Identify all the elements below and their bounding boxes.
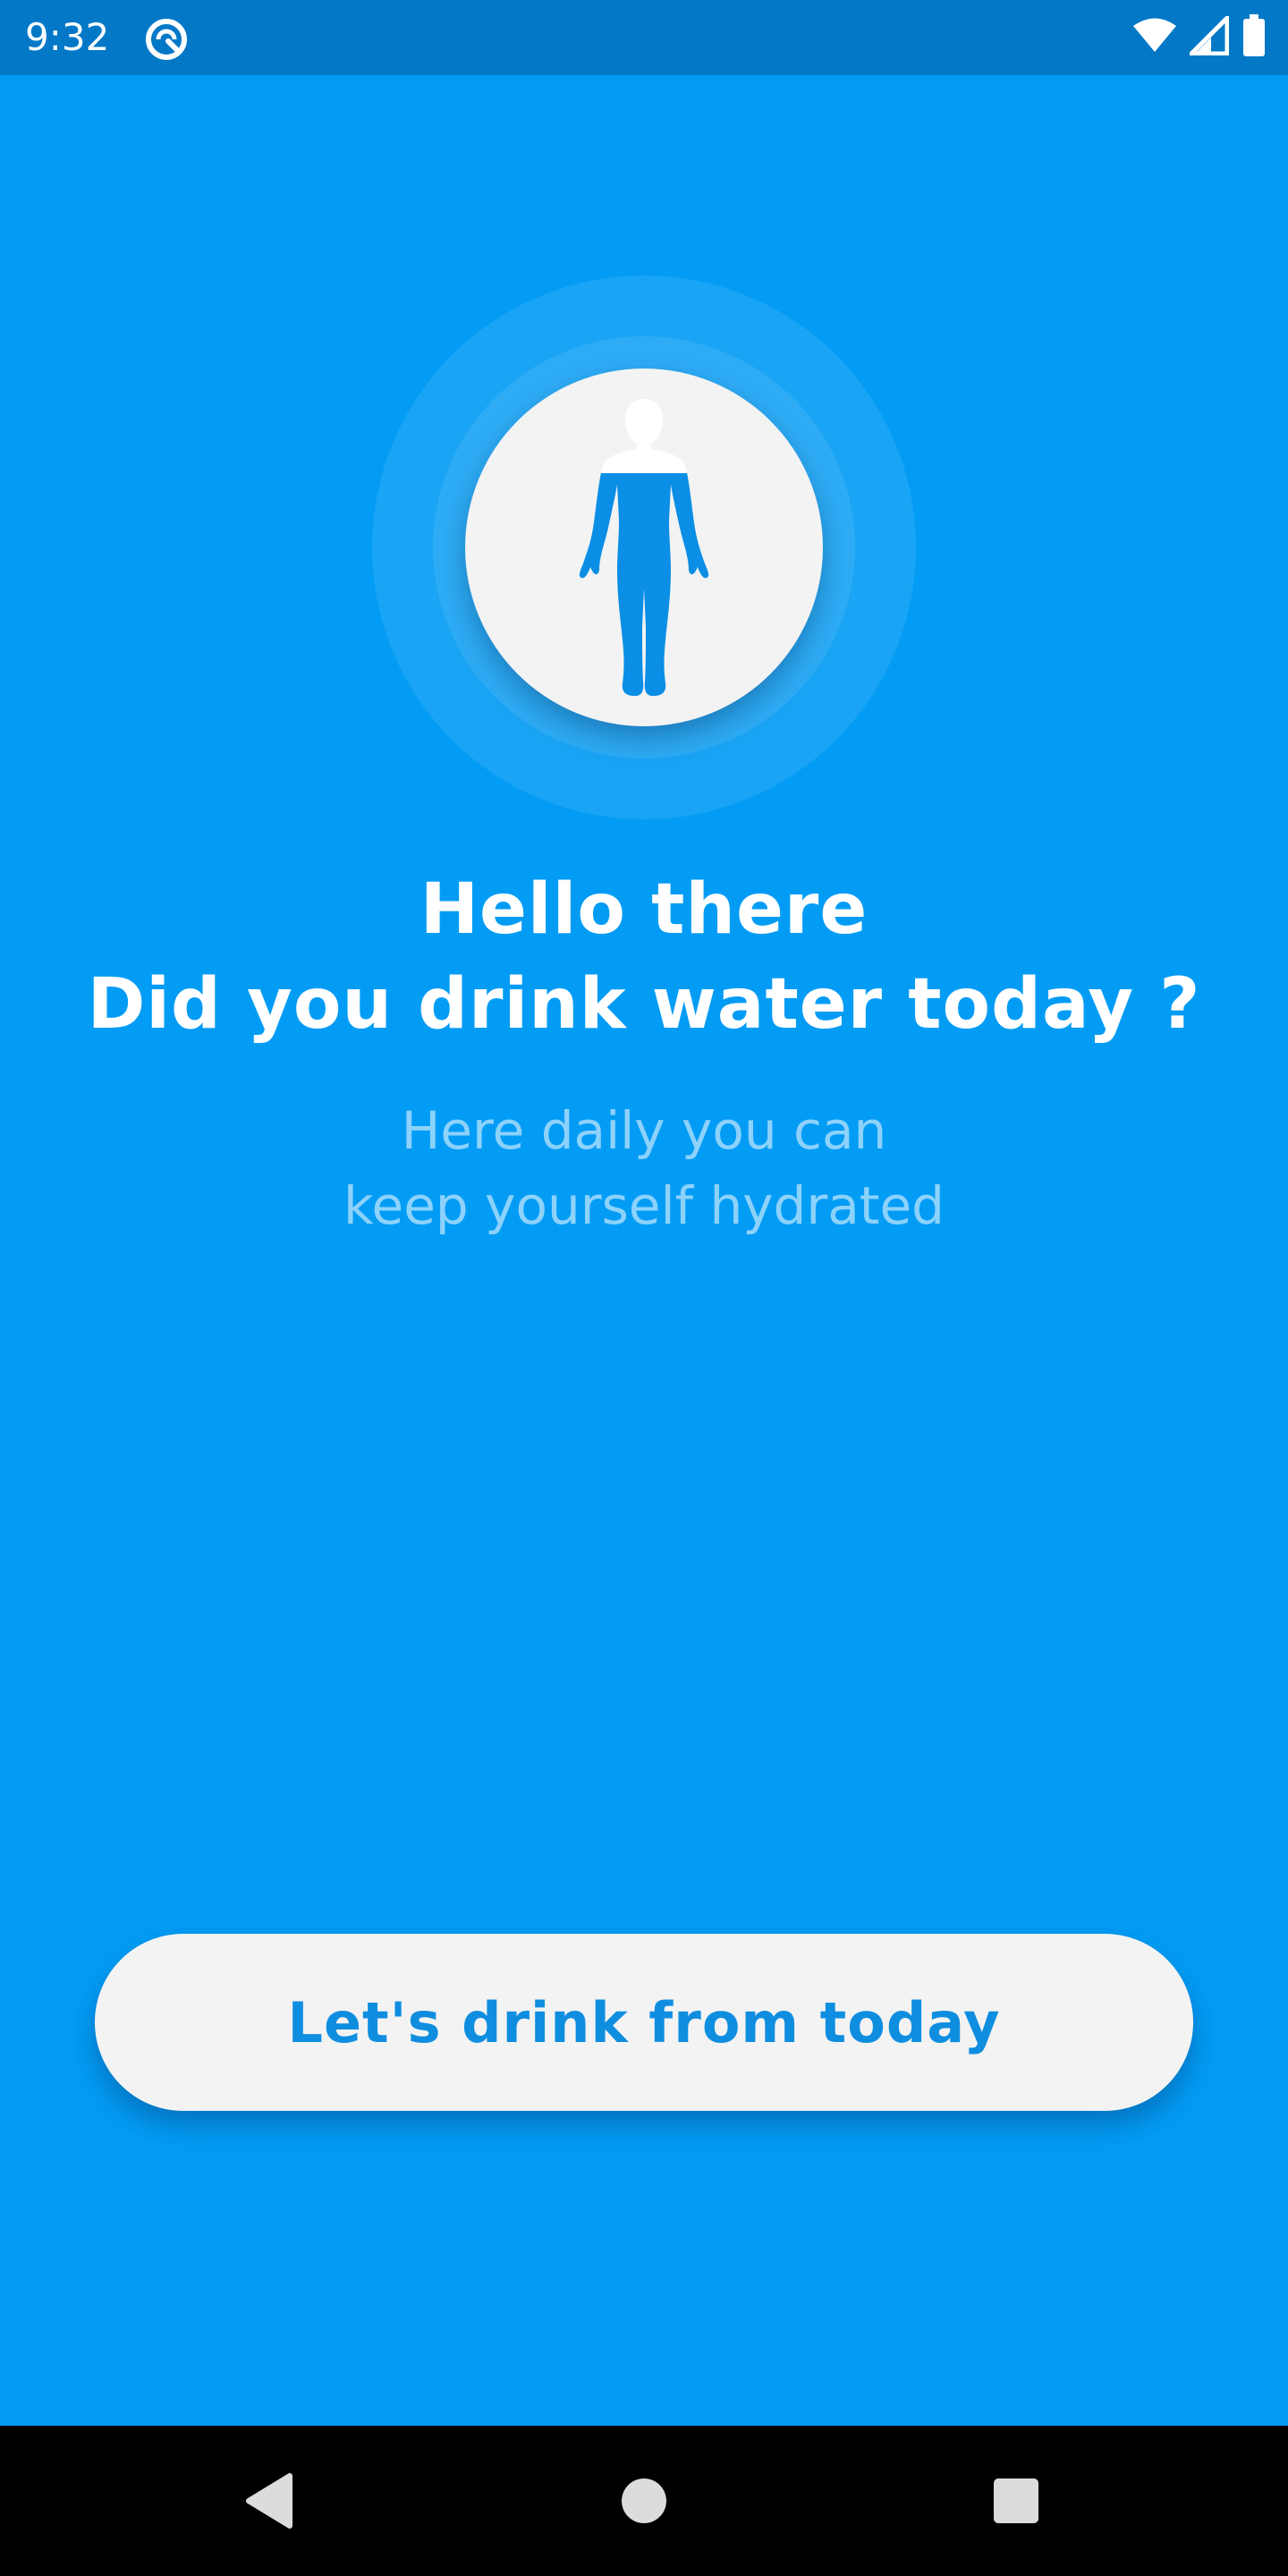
title-line-2: Did you drink water today ? [87,964,1201,1045]
start-drinking-button[interactable]: Let's drink from today [95,1934,1193,2111]
home-icon [622,2479,666,2523]
recents-icon [994,2479,1038,2523]
wifi-icon [1132,18,1177,57]
recents-button[interactable] [945,2426,1088,2576]
subtitle-line-2: keep yourself hydrated [343,1175,945,1236]
back-icon [246,2473,292,2529]
hero-disc [465,369,823,726]
battery-icon [1241,14,1267,61]
status-bar: 9:32 [0,0,1288,75]
title-line-1: Hello there [419,869,869,950]
human-body-icon [579,399,709,696]
navigation-bar [0,2426,1288,2576]
water-level-fill [579,473,709,696]
subtitle-line-1: Here daily you can [401,1100,887,1161]
status-icons [1132,12,1267,61]
page-title: Hello there Did you drink water today ? [0,862,1288,1052]
page-subtitle: Here daily you can keep yourself hydrate… [0,1093,1288,1243]
status-time: 9:32 [25,15,110,59]
app-notification-icon [143,16,190,63]
back-button[interactable] [199,2426,342,2576]
home-button[interactable] [572,2426,716,2576]
hero-graphic [372,275,916,819]
cellular-signal-icon [1185,12,1230,59]
